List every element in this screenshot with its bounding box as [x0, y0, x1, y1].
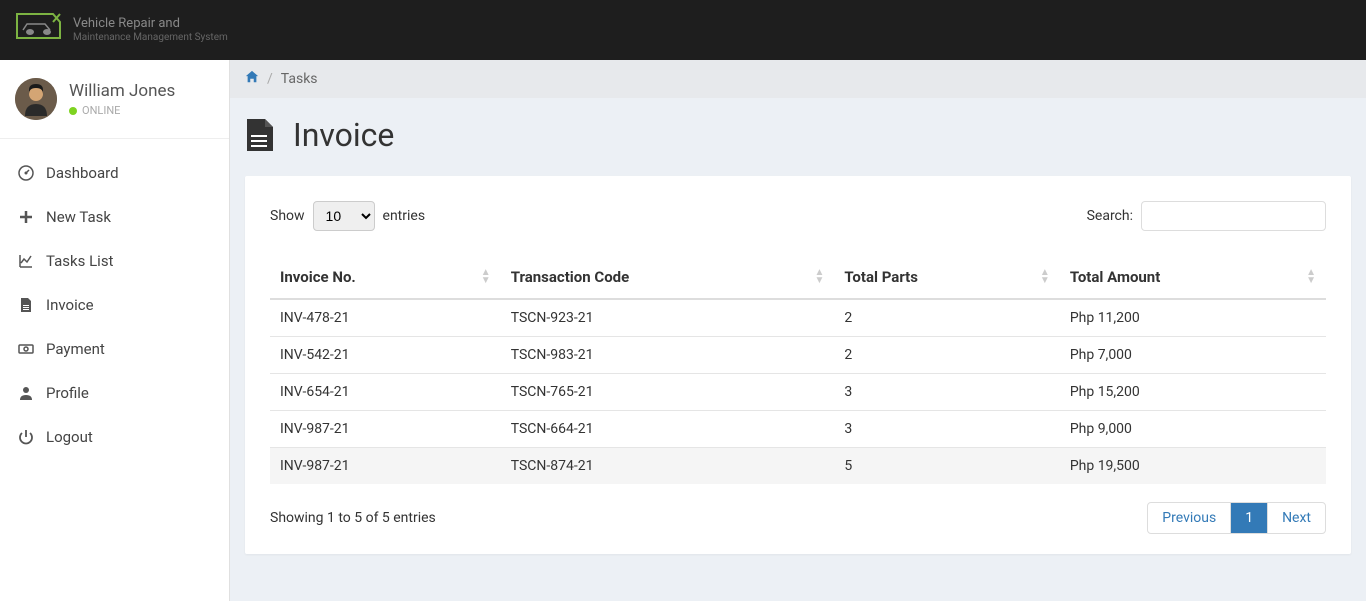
column-header[interactable]: Invoice No.▲▼: [270, 256, 501, 299]
logo-icon: [15, 12, 65, 48]
cell-parts: 5: [834, 448, 1059, 485]
nav-item-dashboard[interactable]: Dashboard: [0, 151, 229, 195]
cell-code: TSCN-983-21: [501, 337, 835, 374]
nav-item-invoice[interactable]: Invoice: [0, 283, 229, 327]
user-panel: William Jones ONLINE: [0, 60, 229, 139]
cell-parts: 3: [834, 411, 1059, 448]
content: / Tasks Invoice Show 10 entries Search: …: [230, 60, 1366, 601]
cell-invoice: INV-478-21: [270, 299, 501, 337]
logo-text-line2: Maintenance Management System: [73, 32, 228, 43]
nav-label: Tasks List: [46, 252, 113, 270]
table-row: INV-654-21TSCN-765-213Php 15,200: [270, 374, 1326, 411]
money-icon: [18, 341, 34, 357]
search-box: Search:: [1087, 201, 1326, 231]
user-name: William Jones: [69, 81, 175, 101]
user-status-label: ONLINE: [82, 104, 120, 117]
nav-item-new-task[interactable]: New Task: [0, 195, 229, 239]
home-icon[interactable]: [245, 70, 259, 88]
pagination: Previous1Next: [1147, 502, 1326, 534]
avatar: [15, 78, 57, 120]
logo: Vehicle Repair and Maintenance Managemen…: [15, 12, 228, 48]
table-row: INV-987-21TSCN-664-213Php 9,000: [270, 411, 1326, 448]
cell-invoice: INV-654-21: [270, 374, 501, 411]
nav-label: Payment: [46, 340, 105, 358]
cell-amount: Php 19,500: [1060, 448, 1326, 485]
invoice-table: Invoice No.▲▼Transaction Code▲▼Total Par…: [270, 256, 1326, 484]
page-header: Invoice: [230, 98, 1366, 176]
plus-icon: [18, 209, 34, 225]
chart-icon: [18, 253, 34, 269]
cell-code: TSCN-874-21: [501, 448, 835, 485]
cell-amount: Php 9,000: [1060, 411, 1326, 448]
nav-item-tasks-list[interactable]: Tasks List: [0, 239, 229, 283]
cell-parts: 2: [834, 337, 1059, 374]
prev-button[interactable]: Previous: [1148, 503, 1230, 533]
sort-icon: ▲▼: [1306, 269, 1316, 285]
nav-item-payment[interactable]: Payment: [0, 327, 229, 371]
cell-parts: 3: [834, 374, 1059, 411]
cell-invoice: INV-987-21: [270, 411, 501, 448]
invoice-card: Show 10 entries Search: Invoice No.▲▼Tra…: [245, 176, 1351, 554]
cell-code: TSCN-923-21: [501, 299, 835, 337]
entries-label: entries: [383, 208, 426, 224]
nav-label: New Task: [46, 208, 111, 226]
column-header[interactable]: Total Amount▲▼: [1060, 256, 1326, 299]
table-info: Showing 1 to 5 of 5 entries: [270, 510, 436, 526]
cell-code: TSCN-765-21: [501, 374, 835, 411]
nav: Dashboard New Task Tasks List Invoice Paymen…: [0, 139, 229, 459]
column-header[interactable]: Total Parts▲▼: [834, 256, 1059, 299]
cell-amount: Php 11,200: [1060, 299, 1326, 337]
show-label: Show: [270, 208, 305, 224]
topbar: Vehicle Repair and Maintenance Managemen…: [0, 0, 1366, 60]
page-button[interactable]: 1: [1230, 503, 1267, 533]
table-row: INV-478-21TSCN-923-212Php 11,200: [270, 299, 1326, 337]
breadcrumb: / Tasks: [230, 60, 1366, 98]
breadcrumb-separator: /: [267, 71, 273, 87]
table-row: INV-987-21TSCN-874-215Php 19,500: [270, 448, 1326, 485]
breadcrumb-current: Tasks: [281, 71, 318, 87]
show-entries: Show 10 entries: [270, 201, 425, 231]
cell-invoice: INV-987-21: [270, 448, 501, 485]
cell-invoice: INV-542-21: [270, 337, 501, 374]
user-icon: [18, 385, 34, 401]
logo-text-line1: Vehicle Repair and: [73, 17, 228, 31]
next-button[interactable]: Next: [1267, 503, 1325, 533]
document-icon: [245, 117, 275, 153]
nav-label: Profile: [46, 384, 89, 402]
user-status: ONLINE: [69, 104, 175, 117]
cell-code: TSCN-664-21: [501, 411, 835, 448]
cell-parts: 2: [834, 299, 1059, 337]
cell-amount: Php 15,200: [1060, 374, 1326, 411]
sort-icon: ▲▼: [815, 269, 825, 285]
entries-select[interactable]: 10: [313, 201, 375, 231]
nav-item-logout[interactable]: Logout: [0, 415, 229, 459]
search-input[interactable]: [1141, 201, 1326, 231]
column-header[interactable]: Transaction Code▲▼: [501, 256, 835, 299]
page-title: Invoice: [293, 116, 394, 154]
dashboard-icon: [18, 165, 34, 181]
sort-icon: ▲▼: [481, 269, 491, 285]
nav-label: Invoice: [46, 296, 94, 314]
nav-label: Dashboard: [46, 164, 119, 182]
cell-amount: Php 7,000: [1060, 337, 1326, 374]
power-icon: [18, 429, 34, 445]
table-row: INV-542-21TSCN-983-212Php 7,000: [270, 337, 1326, 374]
nav-item-profile[interactable]: Profile: [0, 371, 229, 415]
search-label: Search:: [1087, 208, 1133, 224]
sidebar: William Jones ONLINE Dashboard New Task Ta…: [0, 60, 230, 601]
nav-label: Logout: [46, 428, 93, 446]
doc-icon: [18, 297, 34, 313]
sort-icon: ▲▼: [1040, 269, 1050, 285]
status-dot-icon: [69, 107, 77, 115]
